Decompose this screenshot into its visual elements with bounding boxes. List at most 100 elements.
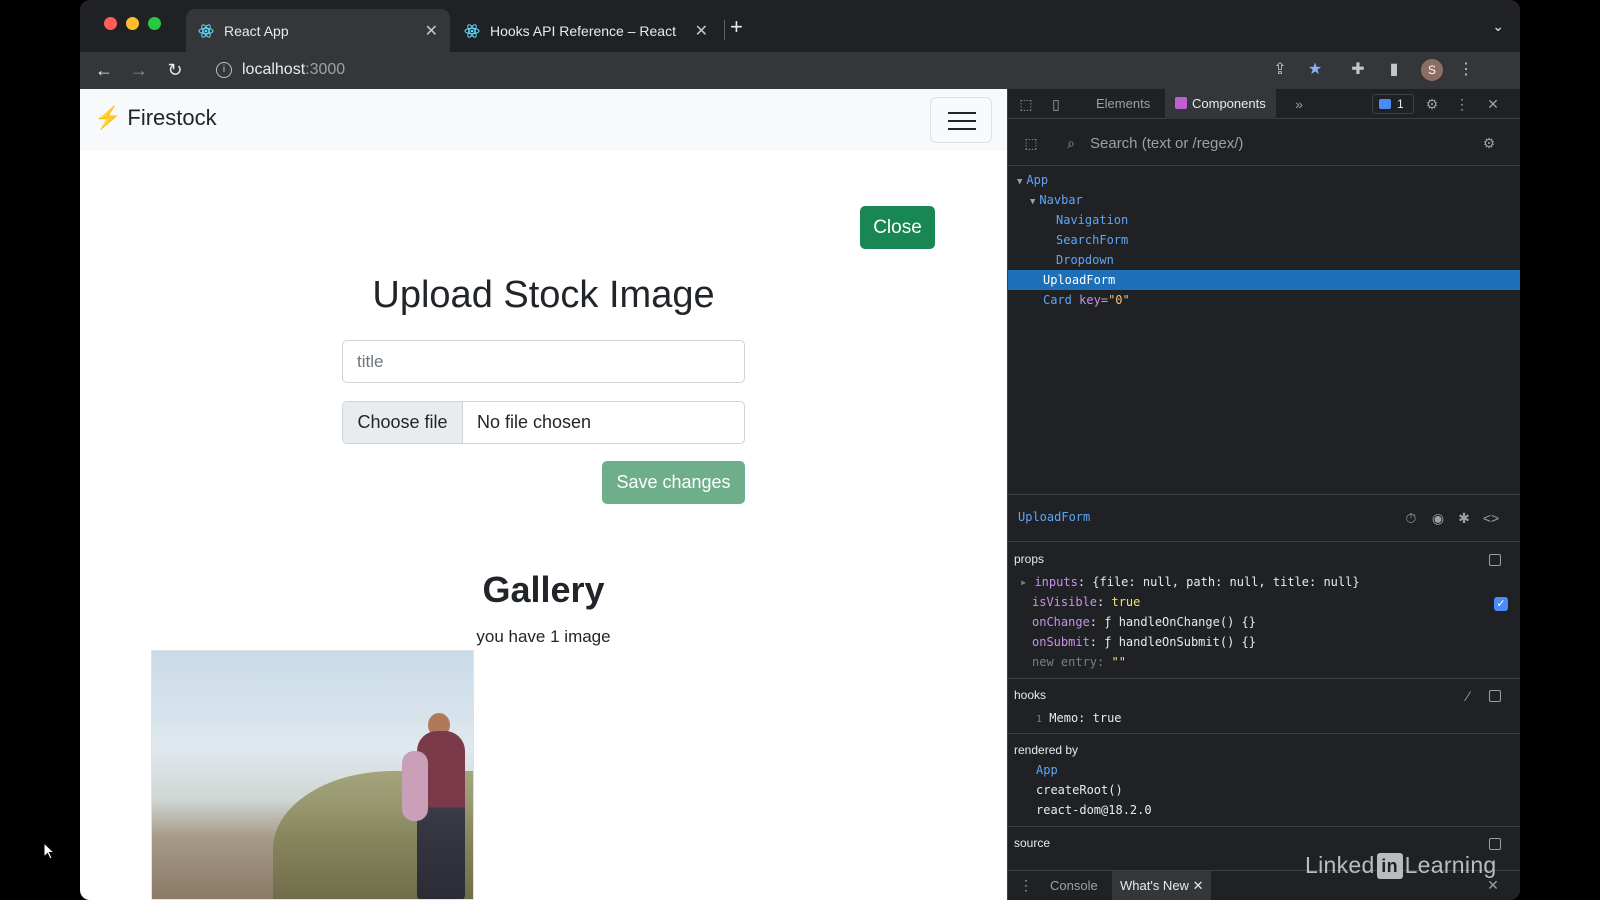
tree-node-uploadform[interactable]: UploadForm xyxy=(1008,270,1520,290)
tab-search-chevron-icon[interactable]: ⌄ xyxy=(1492,18,1504,35)
new-tab-button[interactable]: + xyxy=(730,14,743,40)
section-divider xyxy=(1008,826,1520,827)
minimize-window-button[interactable] xyxy=(126,17,139,30)
save-changes-button[interactable]: Save changes xyxy=(602,461,745,504)
hamburger-line xyxy=(948,128,976,130)
close-window-button[interactable] xyxy=(104,17,117,30)
more-menu-icon[interactable]: ⋮ xyxy=(1454,58,1478,82)
device-toolbar-icon[interactable]: ▯ xyxy=(1046,94,1066,114)
copy-icon[interactable] xyxy=(1489,690,1501,702)
tree-node-app[interactable]: ▼ App xyxy=(1008,170,1520,190)
tab-title: React App xyxy=(224,22,289,39)
copy-icon[interactable] xyxy=(1489,838,1501,850)
prop-value: {file: null, path: null, title: null} xyxy=(1092,575,1360,589)
prop-new-entry[interactable]: new entry: "" xyxy=(1032,655,1126,669)
tab-elements[interactable]: Elements xyxy=(1086,89,1160,119)
search-icon: ⌕ xyxy=(1067,135,1075,151)
inspect-element-icon[interactable]: ⬚ xyxy=(1016,94,1036,114)
drawer-tab-whats-new[interactable]: What's New ✕ xyxy=(1112,871,1212,900)
prop-onchange[interactable]: onChange: ƒ handleOnChange() {} xyxy=(1032,615,1256,629)
tab-react-app[interactable]: React App ✕ xyxy=(186,9,450,52)
caret-down-icon: ▼ xyxy=(1030,197,1036,207)
gallery-card-image[interactable] xyxy=(151,650,474,900)
prop-colon: : xyxy=(1097,595,1112,609)
select-element-icon[interactable]: ⬚ xyxy=(1021,133,1041,153)
prop-value: true xyxy=(1111,595,1141,609)
mouse-cursor-icon xyxy=(43,842,55,860)
close-drawer-tab-icon[interactable]: ✕ xyxy=(1193,878,1204,893)
drawer-tab-label: What's New xyxy=(1120,878,1189,893)
hooks-heading: hooks xyxy=(1014,688,1047,702)
prop-isvisible[interactable]: isVisible: true xyxy=(1032,595,1140,609)
profile-avatar[interactable]: S xyxy=(1421,59,1443,81)
tree-node-dropdown[interactable]: Dropdown xyxy=(1008,250,1520,270)
close-tab-icon[interactable]: ✕ xyxy=(425,21,438,41)
stopwatch-icon[interactable]: ⏱ xyxy=(1401,508,1421,528)
bug-icon[interactable]: ✱ xyxy=(1454,508,1474,528)
rendered-by-heading: rendered by xyxy=(1014,743,1079,757)
extensions-puzzle-icon[interactable]: ✚ xyxy=(1346,58,1370,82)
prop-key: new entry xyxy=(1032,655,1098,669)
node-key-value: "0" xyxy=(1108,293,1130,307)
component-settings-gear-icon[interactable]: ⚙ xyxy=(1479,133,1499,153)
prop-inputs[interactable]: ▸ inputs: {file: null, path: null, title… xyxy=(1020,575,1360,589)
section-divider xyxy=(1008,733,1520,734)
pane-divider[interactable] xyxy=(1008,494,1520,495)
view-source-icon[interactable]: <> xyxy=(1481,508,1501,528)
choose-file-button[interactable]: Choose file xyxy=(343,402,463,443)
tree-node-card[interactable]: Card key="0" xyxy=(1008,290,1520,310)
close-tab-icon[interactable]: ✕ xyxy=(695,21,708,41)
close-devtools-icon[interactable]: ✕ xyxy=(1483,94,1503,114)
side-panel-icon[interactable]: ▮ xyxy=(1382,58,1406,82)
prop-value: ƒ handleOnSubmit() {} xyxy=(1104,635,1256,649)
tab-hooks-api-reference[interactable]: Hooks API Reference – React ✕ xyxy=(452,9,720,52)
tab-components[interactable]: Components xyxy=(1165,89,1276,119)
tab-strip: React App ✕ Hooks API Reference – React … xyxy=(80,0,1520,52)
close-button[interactable]: Close xyxy=(860,206,935,249)
brand[interactable]: ⚡ Firestock xyxy=(94,105,217,131)
prop-colon: : xyxy=(1089,615,1105,629)
tree-node-navbar[interactable]: ▼ Navbar xyxy=(1008,190,1520,210)
prop-onsubmit[interactable]: onSubmit: ƒ handleOnSubmit() {} xyxy=(1032,635,1256,649)
react-logo-icon xyxy=(198,23,214,38)
address-bar[interactable]: i localhost:3000 xyxy=(204,54,1364,86)
more-tabs-icon[interactable]: » xyxy=(1289,94,1309,114)
tree-node-navigation[interactable]: Navigation xyxy=(1008,210,1520,230)
title-input[interactable]: title xyxy=(342,340,745,383)
back-arrow-icon[interactable]: ← xyxy=(92,58,116,82)
share-icon[interactable]: ⇪ xyxy=(1268,58,1292,82)
issues-count: 1 xyxy=(1397,97,1404,111)
prop-key: inputs xyxy=(1034,575,1078,589)
reload-icon[interactable]: ↻ xyxy=(163,58,187,82)
file-input[interactable]: Choose file No file chosen xyxy=(342,401,745,444)
rendered-by-app[interactable]: App xyxy=(1036,763,1058,777)
hook-memo[interactable]: 1 Memo: true xyxy=(1036,711,1122,725)
browser-window: React App ✕ Hooks API Reference – React … xyxy=(80,0,1520,900)
component-search-input[interactable]: Search (text or /regex/) xyxy=(1090,135,1243,152)
rendered-by-react-dom: react-dom@18.2.0 xyxy=(1036,803,1152,817)
upload-title: Upload Stock Image xyxy=(372,274,715,316)
watermark-in-logo: in xyxy=(1376,852,1403,879)
settings-gear-icon[interactable]: ⚙ xyxy=(1422,94,1442,114)
copy-icon[interactable] xyxy=(1489,554,1501,566)
navbar-toggler-button[interactable] xyxy=(930,97,992,143)
issues-counter[interactable]: 1 xyxy=(1372,94,1414,114)
url-port: :3000 xyxy=(305,61,346,78)
node-label: SearchForm xyxy=(1056,233,1129,247)
drawer-menu-icon[interactable]: ⋮ xyxy=(1016,875,1036,895)
eye-icon[interactable]: ◉ xyxy=(1428,508,1448,528)
node-label: App xyxy=(1026,173,1049,187)
devtools-menu-icon[interactable]: ⋮ xyxy=(1452,94,1472,114)
brand-name: Firestock xyxy=(127,105,217,130)
site-info-icon[interactable]: i xyxy=(216,62,232,78)
node-label: Navbar xyxy=(1039,193,1083,207)
message-bubble-icon xyxy=(1379,99,1391,109)
tree-node-searchform[interactable]: SearchForm xyxy=(1008,230,1520,250)
isvisible-checkbox[interactable]: ✓ xyxy=(1494,597,1508,611)
maximize-window-button[interactable] xyxy=(148,17,161,30)
bookmark-star-icon[interactable]: ★ xyxy=(1303,58,1327,82)
drawer-tab-console[interactable]: Console xyxy=(1042,871,1106,900)
caret-down-icon: ▼ xyxy=(1017,177,1023,187)
magic-wand-icon[interactable]: ⁄ xyxy=(1458,686,1478,706)
forward-arrow-icon[interactable]: → xyxy=(127,58,151,82)
